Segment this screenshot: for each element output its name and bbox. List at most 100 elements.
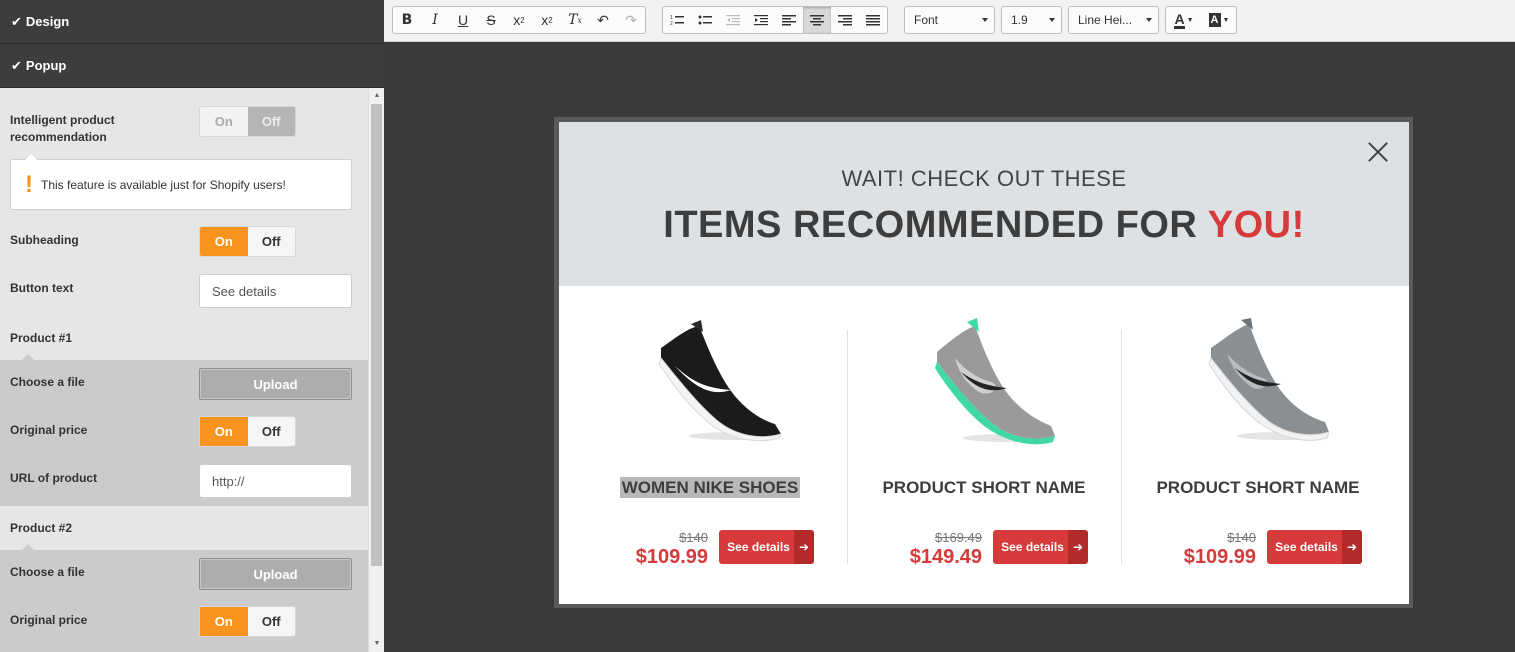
original-price-toggle[interactable]: On Off (199, 606, 296, 637)
settings-sidebar: ✔ Design ✔ Popup Intelligent product rec… (0, 0, 384, 652)
popup-settings-panel: Intelligent product recommendation On Of… (0, 88, 368, 652)
scroll-up-icon[interactable]: ▲ (369, 88, 385, 104)
popup-heading[interactable]: ITEMS RECOMMENDED FOR YOU! (559, 204, 1409, 247)
text-style-group: B I U S x2 x2 Tx ↶ ↷ (392, 6, 646, 34)
recommendation-popup: WAIT! CHECK OUT THESE ITEMS RECOMMENDED … (559, 122, 1409, 604)
see-details-button[interactable]: See details ➜ (719, 530, 814, 564)
see-details-label: See details (1001, 540, 1064, 554)
align-justify-icon[interactable] (859, 7, 887, 33)
font-size-value: 1.9 (1011, 13, 1028, 27)
toggle-on-option[interactable]: On (200, 607, 248, 636)
button-text-input[interactable]: See details (199, 274, 352, 308)
original-price-label: Original price (10, 423, 88, 437)
product-prices: $140 $109.99 (1121, 530, 1256, 568)
text-color-icon[interactable]: A ▼ (1166, 7, 1202, 33)
svg-text:2: 2 (670, 21, 673, 26)
underline-icon[interactable]: U (449, 7, 477, 33)
indent-icon[interactable] (747, 7, 775, 33)
outdent-icon[interactable] (719, 7, 747, 33)
original-price-toggle[interactable]: On Off (199, 416, 296, 447)
product-name[interactable]: PRODUCT SHORT NAME (847, 478, 1121, 498)
subheading-toggle[interactable]: On Off (199, 226, 296, 257)
popup-heading-main: ITEMS RECOMMENDED FOR (663, 204, 1198, 246)
popup-section-header[interactable]: ✔ Popup (0, 44, 384, 88)
toggle-off-option[interactable]: Off (247, 417, 295, 446)
arrow-right-icon: ➜ (794, 530, 814, 564)
toggle-on-option[interactable]: On (200, 227, 248, 256)
grey-sneaker-image (1208, 318, 1329, 441)
design-section-label: Design (25, 14, 70, 29)
see-details-label: See details (1275, 540, 1338, 554)
choose-file-label: Choose a file (10, 565, 85, 579)
product-2-header[interactable]: Product #2 (0, 506, 368, 550)
line-height-value: Line Hei... (1078, 13, 1133, 27)
chevron-down-icon (1146, 18, 1152, 22)
product-name[interactable]: WOMEN NIKE SHOES (573, 477, 847, 498)
undo-icon[interactable]: ↶ (589, 7, 617, 33)
choose-file-label: Choose a file (10, 375, 85, 389)
arrow-right-icon: ➜ (1068, 530, 1088, 564)
text-editor-toolbar: B I U S x2 x2 Tx ↶ ↷ 12 Font 1.9 Line He… (384, 0, 1515, 42)
font-size-select[interactable]: 1.9 (1001, 6, 1062, 34)
intelligent-recommendation-label: Intelligent product recommendation (10, 113, 115, 144)
scrollbar-thumb[interactable] (371, 104, 382, 566)
popup-subheading[interactable]: WAIT! CHECK OUT THESE (559, 166, 1409, 192)
original-price: $140 (679, 530, 708, 545)
upload-button[interactable]: Upload (199, 368, 352, 400)
product-1-header[interactable]: Product #1 (0, 316, 368, 360)
product-name[interactable]: PRODUCT SHORT NAME (1121, 478, 1395, 498)
toggle-on-option[interactable]: On (200, 417, 248, 446)
product-card: PRODUCT SHORT NAME $140 $109.99 See deta… (1121, 286, 1395, 604)
product-2-label: Product #2 (10, 521, 73, 535)
design-section-header[interactable]: ✔ Design (0, 0, 384, 44)
popup-heading-highlight: YOU! (1207, 204, 1305, 246)
original-price: $140 (1227, 530, 1256, 545)
numbered-list-icon[interactable]: 12 (663, 7, 691, 33)
scroll-down-icon[interactable]: ▼ (369, 636, 385, 652)
list-align-group: 12 (662, 6, 888, 34)
check-icon: ✔ (11, 57, 22, 73)
bold-icon[interactable]: B (393, 7, 421, 33)
intelligent-recommendation-toggle[interactable]: On Off (199, 106, 296, 137)
font-select-value: Font (914, 13, 939, 27)
align-center-icon[interactable] (803, 7, 831, 33)
toggle-off-option[interactable]: Off (247, 227, 295, 256)
subscript-icon[interactable]: x2 (505, 7, 533, 33)
original-price: $169.49 (935, 530, 982, 545)
see-details-button[interactable]: See details ➜ (993, 530, 1088, 564)
line-height-select[interactable]: Line Hei... (1068, 6, 1159, 34)
toggle-on-option[interactable]: On (200, 107, 248, 136)
product-2-settings: Choose a file Upload Original price On O… (0, 544, 368, 652)
black-sneaker-image (658, 320, 781, 442)
upload-button[interactable]: Upload (199, 558, 352, 590)
product-1-label: Product #1 (10, 331, 73, 345)
arrow-right-icon: ➜ (1342, 530, 1362, 564)
close-icon[interactable] (1368, 142, 1388, 162)
align-right-icon[interactable] (831, 7, 859, 33)
popup-section-label: Popup (25, 58, 67, 73)
product-1-settings: Choose a file Upload Original price On O… (0, 354, 368, 506)
subheading-label: Subheading (10, 233, 79, 247)
bullet-list-icon[interactable] (691, 7, 719, 33)
italic-icon[interactable]: I (421, 7, 449, 33)
sidebar-scrollbar[interactable]: ▲ ▼ (368, 88, 384, 652)
url-label: URL of product (10, 471, 98, 485)
url-input[interactable]: http:// (199, 464, 352, 498)
background-color-icon[interactable]: A ▼ (1202, 7, 1236, 33)
see-details-button[interactable]: See details ➜ (1267, 530, 1362, 564)
exclamation-icon: ! (25, 170, 33, 198)
font-select[interactable]: Font (904, 6, 995, 34)
product-name-text: WOMEN NIKE SHOES (619, 477, 801, 498)
redo-icon[interactable]: ↷ (617, 7, 645, 33)
popup-header: WAIT! CHECK OUT THESE ITEMS RECOMMENDED … (559, 122, 1409, 286)
clear-format-icon[interactable]: Tx (561, 7, 589, 33)
toggle-off-option[interactable]: Off (247, 607, 295, 636)
strikethrough-icon[interactable]: S (477, 7, 505, 33)
align-left-icon[interactable] (775, 7, 803, 33)
toggle-off-option[interactable]: Off (247, 107, 295, 136)
product-card: WOMEN NIKE SHOES $140 $109.99 See detail… (573, 286, 847, 604)
chevron-down-icon (1049, 18, 1055, 22)
sale-price: $109.99 (1183, 546, 1256, 568)
product-card: PRODUCT SHORT NAME $169.49 $149.49 See d… (847, 286, 1121, 604)
superscript-icon[interactable]: x2 (533, 7, 561, 33)
